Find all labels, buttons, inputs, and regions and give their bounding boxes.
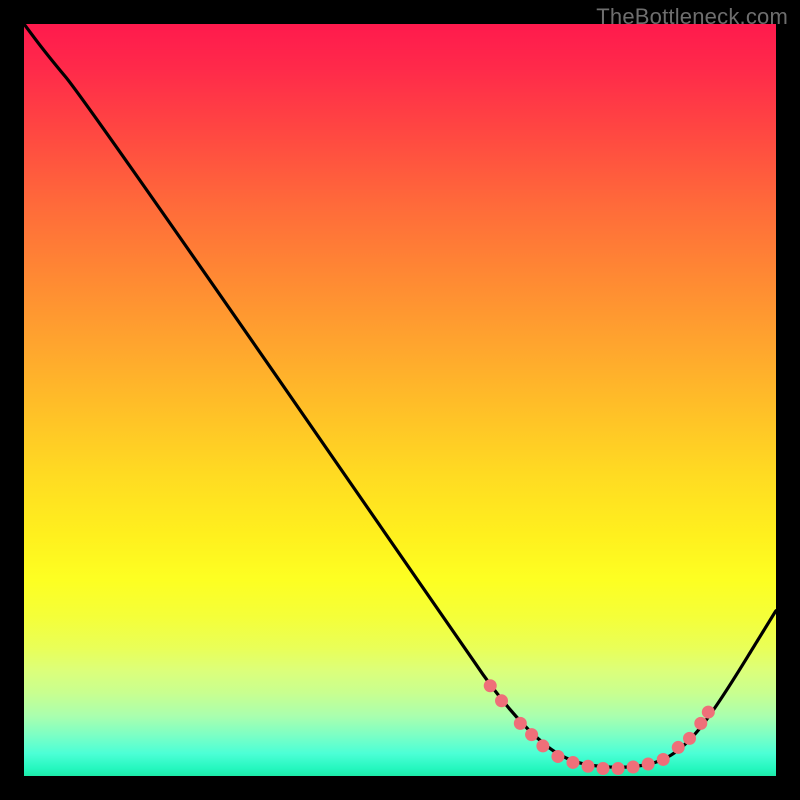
plot-area <box>24 24 776 776</box>
data-point <box>683 732 696 745</box>
data-point <box>627 760 640 773</box>
data-point <box>525 728 538 741</box>
data-points <box>484 679 715 775</box>
data-point <box>566 756 579 769</box>
data-point <box>551 750 564 763</box>
data-point <box>484 679 497 692</box>
curve-line <box>24 24 776 767</box>
data-point <box>495 694 508 707</box>
data-point <box>702 706 715 719</box>
chart-svg <box>24 24 776 776</box>
data-point <box>657 753 670 766</box>
data-point <box>514 717 527 730</box>
data-point <box>582 760 595 773</box>
data-point <box>694 717 707 730</box>
data-point <box>536 739 549 752</box>
chart-frame: TheBottleneck.com <box>0 0 800 800</box>
data-point <box>672 741 685 754</box>
data-point <box>612 762 625 775</box>
data-point <box>642 757 655 770</box>
data-point <box>597 762 610 775</box>
watermark-text: TheBottleneck.com <box>596 4 788 30</box>
